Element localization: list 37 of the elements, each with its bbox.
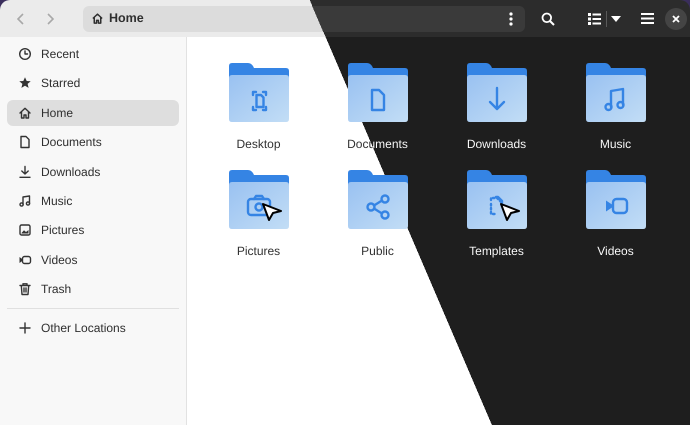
sidebar-item[interactable]: Starred [7,70,179,96]
trash-icon [18,282,32,296]
download-icon [18,164,32,179]
sidebar-item[interactable]: Music [7,188,179,214]
sidebar-item[interactable]: Home [7,100,179,126]
sidebar-item[interactable]: Recent [7,41,179,67]
menu-icon [640,13,654,24]
sidebar-item[interactable]: Documents [7,129,179,156]
kebab-icon [509,12,513,26]
close-icon [672,14,680,22]
search-icon [541,12,555,26]
home-icon [18,106,32,120]
folder-camera-icon[interactable] [228,168,290,230]
sidebar-item[interactable]: Downloads [7,158,179,185]
chevron-right-icon [46,12,54,24]
plus-icon [18,321,32,336]
folder-download-icon[interactable] [466,61,528,123]
sidebar-item[interactable]: Pictures [7,217,179,244]
sidebar-item[interactable]: Trash [7,276,179,302]
path-button[interactable]: Home [83,6,152,32]
list-icon [588,12,600,24]
folder-music-icon[interactable] [584,61,646,123]
folder-video-camera-icon[interactable] [584,168,646,230]
sidebar-item[interactable]: Other Locations [7,315,179,342]
home-icon [91,12,104,25]
image-icon [18,223,32,238]
star-icon [18,76,32,90]
document-icon [18,135,32,150]
music-icon [18,194,32,208]
chevron-left-icon [16,12,24,24]
close-button[interactable] [665,8,687,30]
folder-document-icon[interactable] [466,168,528,230]
folder-document-icon[interactable] [346,61,408,123]
folder-share-icon[interactable] [346,168,408,230]
caret-icon [611,16,621,22]
clock-icon [18,47,32,61]
sidebar-item[interactable]: Videos [7,246,179,273]
